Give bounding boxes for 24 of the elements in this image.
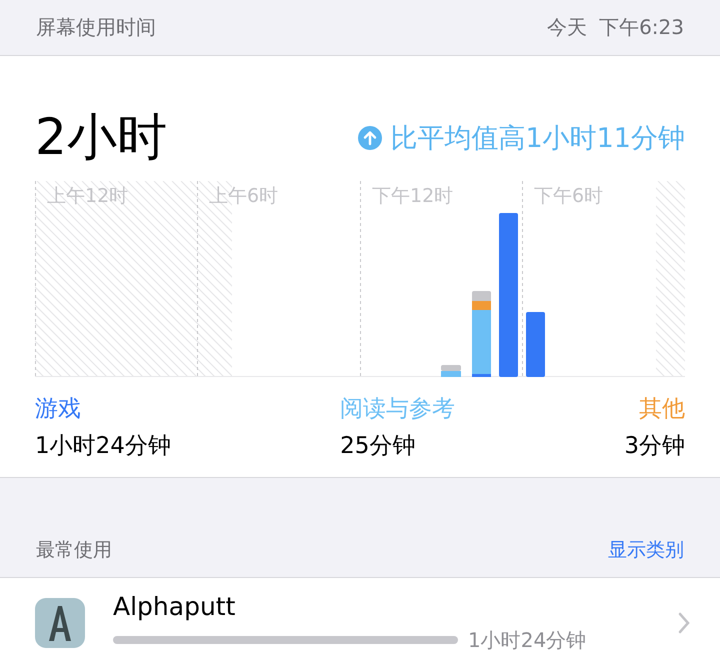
time-label: 下午6:23 — [599, 14, 684, 41]
axis-label: 上午6时 — [209, 184, 278, 209]
screen-title: 屏幕使用时间 — [36, 14, 156, 41]
comparison-text: 比平均值高1小时11分钟 — [390, 122, 685, 156]
date-label: 今天 — [547, 14, 588, 41]
app-row[interactable]: Alphaputt 1小时24分钟 — [0, 577, 720, 666]
category-duration: 3分钟 — [624, 432, 685, 461]
axis-label: 下午12时 — [372, 184, 454, 209]
category-name: 游戏 — [35, 395, 82, 424]
app-duration: 1小时24分钟 — [468, 626, 586, 654]
category-duration: 25分钟 — [340, 432, 416, 461]
axis-label: 下午6时 — [534, 184, 604, 209]
axis-label: 上午12时 — [47, 184, 128, 209]
chart-bar — [526, 312, 545, 377]
category-name: 其他 — [638, 395, 685, 424]
category-name: 阅读与参考 — [340, 395, 456, 424]
total-time: 2小时 — [35, 112, 167, 162]
show-categories-link[interactable]: 显示类别 — [608, 537, 684, 563]
app-name: Alphaputt — [113, 592, 236, 620]
chevron-icon — [678, 612, 690, 634]
section-title: 最常使用 — [36, 538, 112, 563]
category-duration: 1小时24分钟 — [35, 432, 171, 461]
app-icon — [35, 598, 85, 648]
chart-bar — [441, 365, 461, 377]
